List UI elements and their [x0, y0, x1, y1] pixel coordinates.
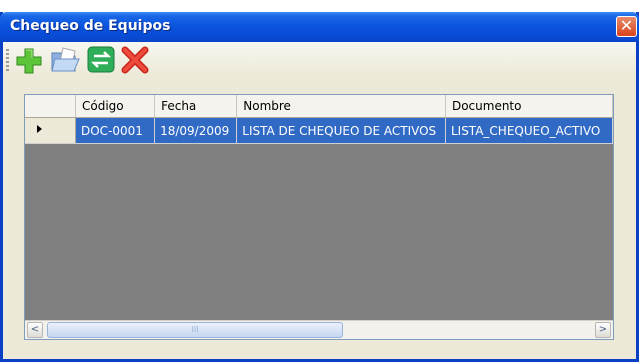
cell-codigo[interactable]: DOC-0001: [75, 117, 156, 144]
add-icon: [16, 48, 42, 74]
window-title: Chequeo de Equipos: [10, 18, 171, 34]
toolbar-grip[interactable]: [6, 49, 9, 71]
delete-button[interactable]: [119, 44, 151, 74]
grid-table: Código Fecha Nombre Documento DOC-0001 1…: [25, 95, 613, 144]
horizontal-scrollbar[interactable]: < III >: [25, 320, 613, 339]
header-corner: [25, 95, 76, 118]
row-selector-arrow-icon: [37, 125, 42, 133]
close-icon: ✕: [619, 16, 634, 35]
scroll-left-button[interactable]: <: [27, 322, 43, 338]
table-row[interactable]: DOC-0001 18/09/2009 LISTA DE CHEQUEO DE …: [25, 117, 613, 144]
cell-documento[interactable]: LISTA_CHEQUEO_ACTIVO: [445, 117, 613, 144]
close-button[interactable]: ✕: [616, 16, 637, 37]
open-folder-icon: [51, 47, 80, 72]
column-header-documento[interactable]: Documento: [445, 95, 613, 118]
column-header-codigo[interactable]: Código: [75, 95, 156, 118]
cell-fecha[interactable]: 18/09/2009: [154, 117, 238, 144]
row-header[interactable]: [25, 117, 76, 144]
scroll-right-button[interactable]: >: [595, 322, 611, 338]
column-header-nombre[interactable]: Nombre: [236, 95, 446, 118]
title-bar[interactable]: Chequeo de Equipos ✕: [0, 12, 639, 42]
cell-nombre[interactable]: LISTA DE CHEQUEO DE ACTIVOS: [236, 117, 446, 144]
scrollbar-thumb[interactable]: III: [47, 322, 343, 338]
scrollbar-grip: III: [191, 325, 199, 334]
delete-icon: [121, 46, 149, 74]
chevron-left-icon: <: [30, 324, 40, 335]
data-grid: Código Fecha Nombre Documento DOC-0001 1…: [24, 94, 614, 340]
chevron-right-icon: >: [598, 324, 608, 335]
transfer-icon: [87, 46, 115, 73]
toolbar: [3, 42, 636, 76]
column-header-fecha[interactable]: Fecha: [154, 95, 238, 118]
transfer-button[interactable]: [85, 44, 117, 74]
header-row: Código Fecha Nombre Documento: [25, 95, 613, 118]
add-button[interactable]: [13, 44, 45, 74]
open-button[interactable]: [49, 44, 81, 74]
